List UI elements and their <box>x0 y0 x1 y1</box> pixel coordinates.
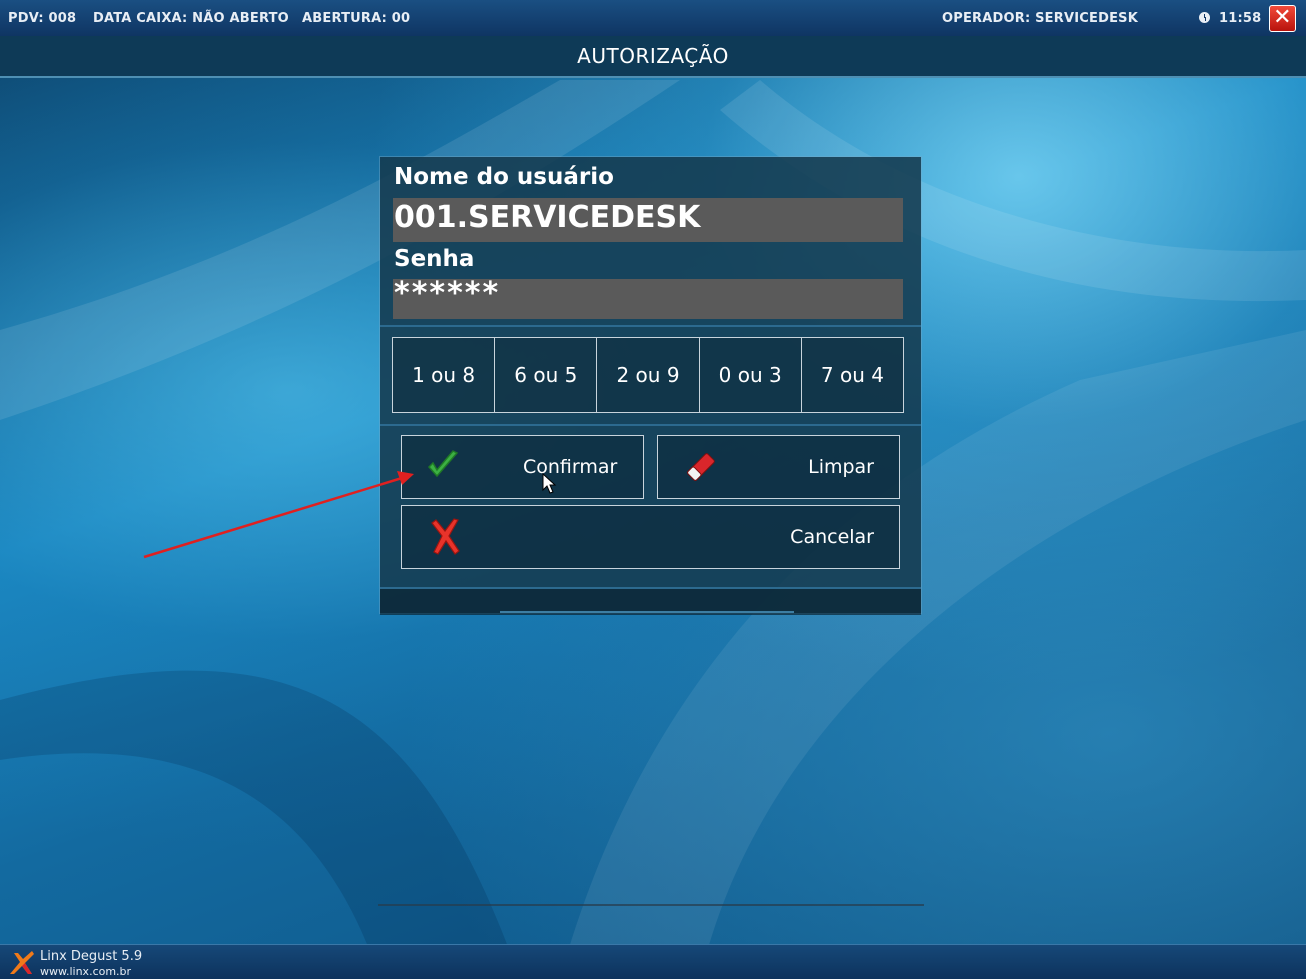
divider <box>378 904 924 906</box>
divider <box>380 424 921 426</box>
opening-label: ABERTURA: 00 <box>302 11 411 26</box>
linx-logo-icon <box>10 951 34 974</box>
dialog-footer <box>380 587 921 615</box>
eraser-icon <box>687 453 715 481</box>
password-field[interactable]: ****** <box>393 279 903 319</box>
checkmark-icon <box>427 450 459 478</box>
cross-icon <box>431 518 460 555</box>
digit-key-5[interactable]: 7 ou 4 <box>800 337 905 413</box>
digit-keypad: 1 ou 8 6 ou 5 2 ou 9 0 ou 3 7 ou 4 <box>392 337 905 413</box>
digit-key-3[interactable]: 2 ou 9 <box>596 337 700 413</box>
cancel-button[interactable]: Cancelar <box>401 505 900 569</box>
close-button[interactable]: ✕ <box>1269 5 1296 32</box>
cash-date-label: DATA CAIXA: NÃO ABERTO <box>93 11 289 26</box>
page-title: AUTORIZAÇÃO <box>0 36 1306 78</box>
divider <box>380 325 921 327</box>
app-url: www.linx.com.br <box>40 965 132 978</box>
cancel-label: Cancelar <box>790 526 874 548</box>
clock-icon <box>1199 12 1210 23</box>
confirm-button[interactable]: Confirmar <box>401 435 644 499</box>
username-label: Nome do usuário <box>394 164 614 190</box>
app-name: Linx Degust 5.9 <box>40 949 143 964</box>
footer-bar <box>500 611 794 613</box>
authorization-dialog: Nome do usuário 001.SERVICEDESK Senha **… <box>380 157 921 615</box>
close-icon: ✕ <box>1273 5 1292 30</box>
username-field[interactable]: 001.SERVICEDESK <box>393 198 903 242</box>
status-bar: PDV: 008 DATA CAIXA: NÃO ABERTO ABERTURA… <box>0 0 1306 36</box>
digit-key-1[interactable]: 1 ou 8 <box>392 337 496 413</box>
operator-label: OPERADOR: SERVICEDESK <box>942 11 1138 26</box>
mouse-cursor-icon <box>542 473 557 494</box>
taskbar: Linx Degust 5.9 www.linx.com.br <box>0 944 1306 979</box>
confirm-label: Confirmar <box>523 456 618 478</box>
clear-button[interactable]: Limpar <box>657 435 900 499</box>
digit-key-4[interactable]: 0 ou 3 <box>698 337 802 413</box>
clear-label: Limpar <box>808 456 874 478</box>
clock-time: 11:58 <box>1219 11 1262 26</box>
pdv-label: PDV: 008 <box>8 11 77 26</box>
digit-key-2[interactable]: 6 ou 5 <box>494 337 598 413</box>
password-label: Senha <box>394 246 475 272</box>
